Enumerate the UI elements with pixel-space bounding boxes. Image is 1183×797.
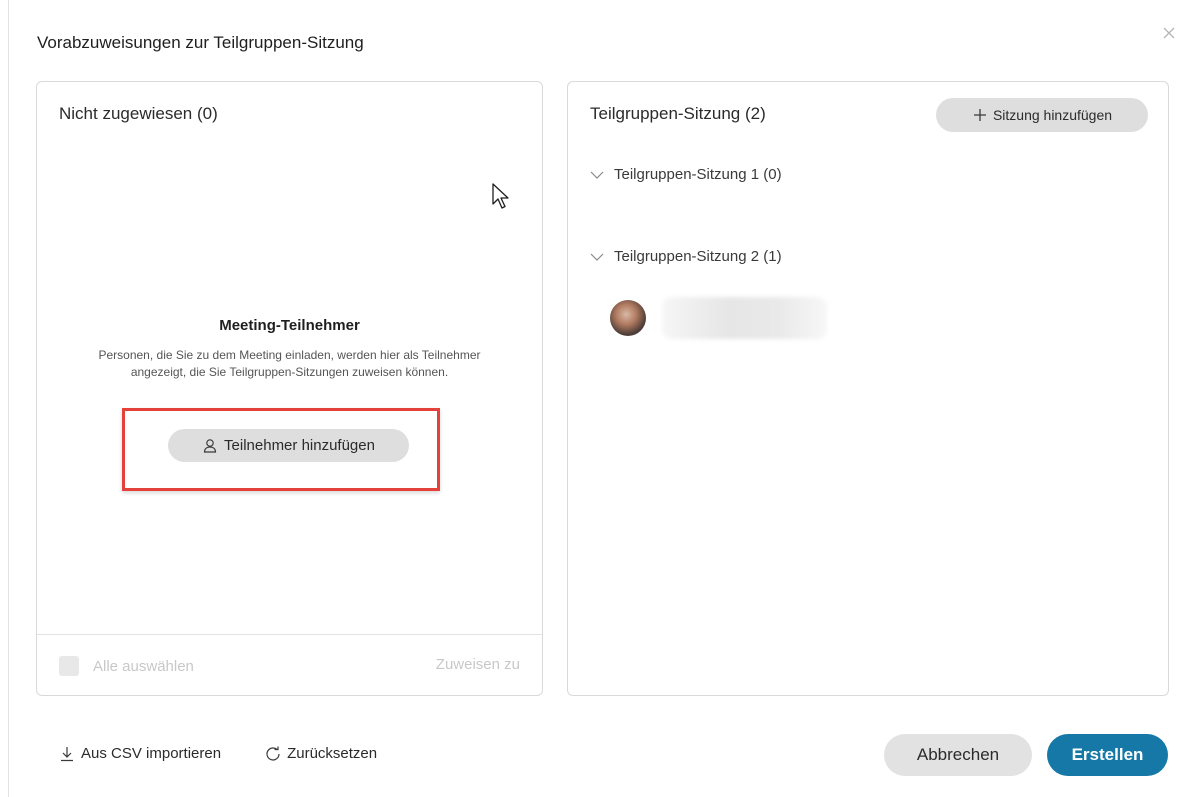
dialog-title: Vorabzuweisungen zur Teilgruppen-Sitzung [37,33,364,52]
add-session-button[interactable]: Sitzung hinzufügen [936,98,1148,132]
close-icon [1163,27,1175,39]
add-participant-button[interactable]: Teilnehmer hinzufügen [168,429,409,462]
chevron-down-icon [590,253,604,261]
panel-divider [37,634,542,635]
session-item-1[interactable]: Teilgruppen-Sitzung 1 (0) [590,166,782,183]
mouse-cursor-icon [491,182,513,217]
assign-to-button[interactable]: Zuweisen zu [436,656,520,673]
cancel-button[interactable]: Abbrechen [884,734,1032,776]
unassigned-title: Nicht zugewiesen (0) [59,104,218,123]
empty-state-title: Meeting-Teilnehmer [219,317,360,334]
reset-label: Zurücksetzen [287,745,378,762]
unassigned-panel: Nicht zugewiesen (0) Meeting-Teilnehmer … [36,81,543,696]
member-name-redacted [662,297,827,339]
create-button[interactable]: Erstellen [1047,734,1168,776]
empty-state-description: Personen, die Sie zu dem Meeting einlade… [98,348,481,379]
add-session-label: Sitzung hinzufügen [992,107,1113,123]
dialog-left-edge [8,0,9,797]
add-participant-label: Teilnehmer hinzufügen [224,437,375,454]
reset-button[interactable]: Zurücksetzen [265,745,377,762]
select-all-label: Alle auswählen [93,657,194,675]
sessions-panel: Teilgruppen-Sitzung (2) Sitzung hinzufüg… [567,81,1169,696]
import-csv-button[interactable]: Aus CSV importieren [59,745,221,762]
session-item-label: Teilgruppen-Sitzung 2 (1) [614,248,782,265]
chevron-down-icon [590,171,604,179]
session-item-label: Teilgruppen-Sitzung 1 (0) [614,166,782,183]
session-member[interactable] [610,297,827,339]
bottom-actions: Aus CSV importieren Zurücksetzen [59,745,377,762]
import-csv-label: Aus CSV importieren [81,745,222,762]
plus-icon [973,109,986,121]
session-item-2[interactable]: Teilgruppen-Sitzung 2 (1) [590,248,782,265]
select-all[interactable]: Alle auswählen [59,656,194,676]
download-icon [61,746,73,761]
select-all-checkbox[interactable] [59,656,79,676]
close-button[interactable] [1158,22,1180,44]
refresh-icon [266,746,280,761]
person-icon [203,438,217,453]
sessions-title: Teilgruppen-Sitzung (2) [590,104,766,123]
avatar [610,300,646,336]
